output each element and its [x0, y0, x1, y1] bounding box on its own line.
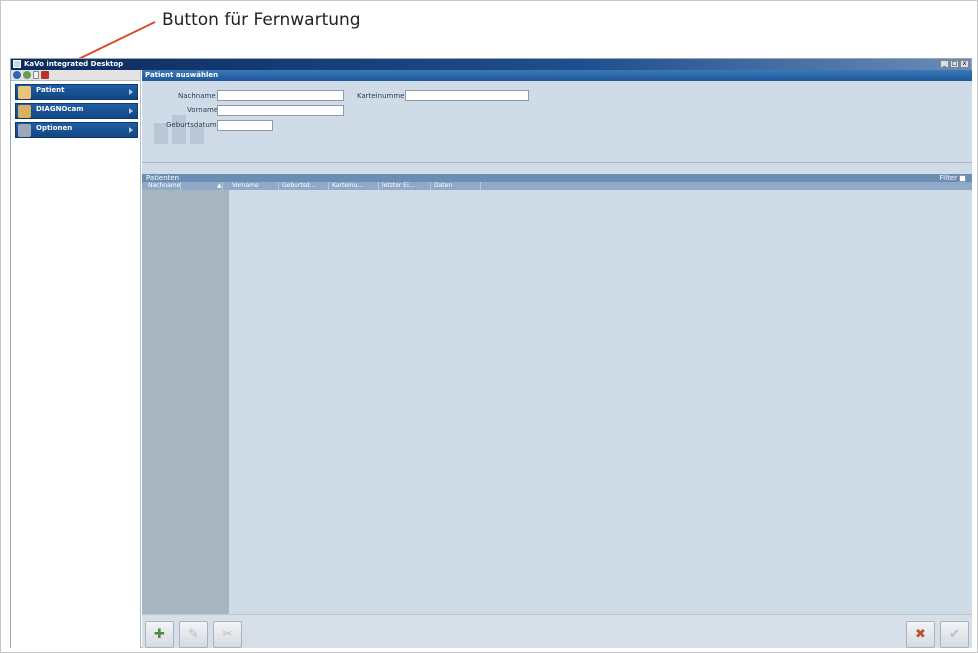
- maximize-button[interactable]: □: [950, 60, 959, 68]
- patient-list-columns: Nachname ▲ Vorname Geburtsd... Karteinu.…: [142, 182, 972, 190]
- filter-checkbox[interactable]: [959, 174, 966, 182]
- action-bar: ✚ ✎ ✂ ✖ ✔: [142, 614, 972, 648]
- sidebar-item-diagnocam[interactable]: DIAGNOcam: [15, 103, 138, 119]
- filter-toggle[interactable]: Filter: [940, 174, 966, 182]
- search-panel-title: Patient auswählen: [142, 70, 972, 81]
- app-icon: [13, 60, 21, 68]
- column-header-daten[interactable]: Daten: [431, 182, 481, 190]
- main-panel: Patient auswählen Nachname Vorname Gebur…: [142, 70, 972, 648]
- chevron-right-icon: [129, 127, 133, 133]
- chevron-right-icon: [129, 108, 133, 114]
- delete-patient-button[interactable]: ✂: [213, 621, 242, 648]
- nachname-column-fill: [142, 190, 229, 614]
- info-icon[interactable]: [13, 71, 21, 79]
- vorname-field[interactable]: [217, 105, 344, 116]
- nachname-label: Nachname: [178, 92, 216, 100]
- add-patient-icon: ✚: [154, 627, 165, 642]
- document-icon[interactable]: [33, 71, 39, 79]
- status-icon[interactable]: [23, 71, 31, 79]
- patient-icon: [18, 86, 31, 99]
- confirm-button[interactable]: ✔: [940, 621, 969, 648]
- column-header-vorname[interactable]: Vorname: [229, 182, 279, 190]
- patient-search-form: Nachname Vorname Geburtsdatum Karteinumm…: [142, 81, 972, 163]
- vorname-label: Vorname: [187, 106, 219, 114]
- geburtsdatum-label: Geburtsdatum: [166, 121, 217, 129]
- window-title: KaVo integrated Desktop: [24, 60, 124, 68]
- sidebar-item-label: Patient: [36, 86, 65, 94]
- close-button[interactable]: x: [960, 60, 969, 68]
- karteinummer-label: Karteinummer: [357, 92, 408, 100]
- nachname-field[interactable]: [217, 90, 344, 101]
- app-window: KaVo integrated Desktop _ □ x Patient DI…: [10, 58, 972, 648]
- title-bar: KaVo integrated Desktop _ □ x: [11, 59, 971, 70]
- sidebar: Patient DIAGNOcam Optionen: [11, 70, 141, 648]
- column-header-letzter-eintrag[interactable]: letzter Ei...: [379, 182, 431, 190]
- diagnocam-icon: [18, 105, 31, 118]
- patient-list-grid[interactable]: [142, 190, 972, 614]
- sort-ascending-icon: ▲: [214, 182, 223, 190]
- column-label: Nachname: [145, 182, 182, 190]
- sidebar-item-label: DIAGNOcam: [36, 105, 84, 113]
- minimize-button[interactable]: _: [940, 60, 949, 68]
- remote-maintenance-icon[interactable]: [41, 71, 49, 79]
- edit-patient-icon: ✎: [188, 627, 199, 642]
- sidebar-item-optionen[interactable]: Optionen: [15, 122, 138, 138]
- sidebar-item-patient[interactable]: Patient: [15, 84, 138, 100]
- sidebar-toolbar: [11, 70, 140, 81]
- options-icon: [18, 124, 31, 137]
- column-header-karteinummer[interactable]: Karteinu...: [329, 182, 379, 190]
- sidebar-item-label: Optionen: [36, 124, 73, 132]
- confirm-icon: ✔: [949, 627, 960, 642]
- cancel-icon: ✖: [915, 627, 926, 642]
- edit-patient-button[interactable]: ✎: [179, 621, 208, 648]
- patient-list-header: Patienten Filter: [142, 174, 972, 182]
- karteinummer-field[interactable]: [405, 90, 529, 101]
- filter-label: Filter: [939, 174, 957, 182]
- window-controls: _ □ x: [940, 60, 969, 68]
- patient-list-title: Patienten: [146, 174, 180, 182]
- chevron-right-icon: [129, 89, 133, 95]
- cancel-button[interactable]: ✖: [906, 621, 935, 648]
- delete-patient-icon: ✂: [222, 627, 233, 642]
- add-patient-button[interactable]: ✚: [145, 621, 174, 648]
- column-header-geburtsdatum[interactable]: Geburtsd...: [279, 182, 329, 190]
- annotation-label: Button für Fernwartung: [162, 10, 361, 30]
- geburtsdatum-field[interactable]: [217, 120, 273, 131]
